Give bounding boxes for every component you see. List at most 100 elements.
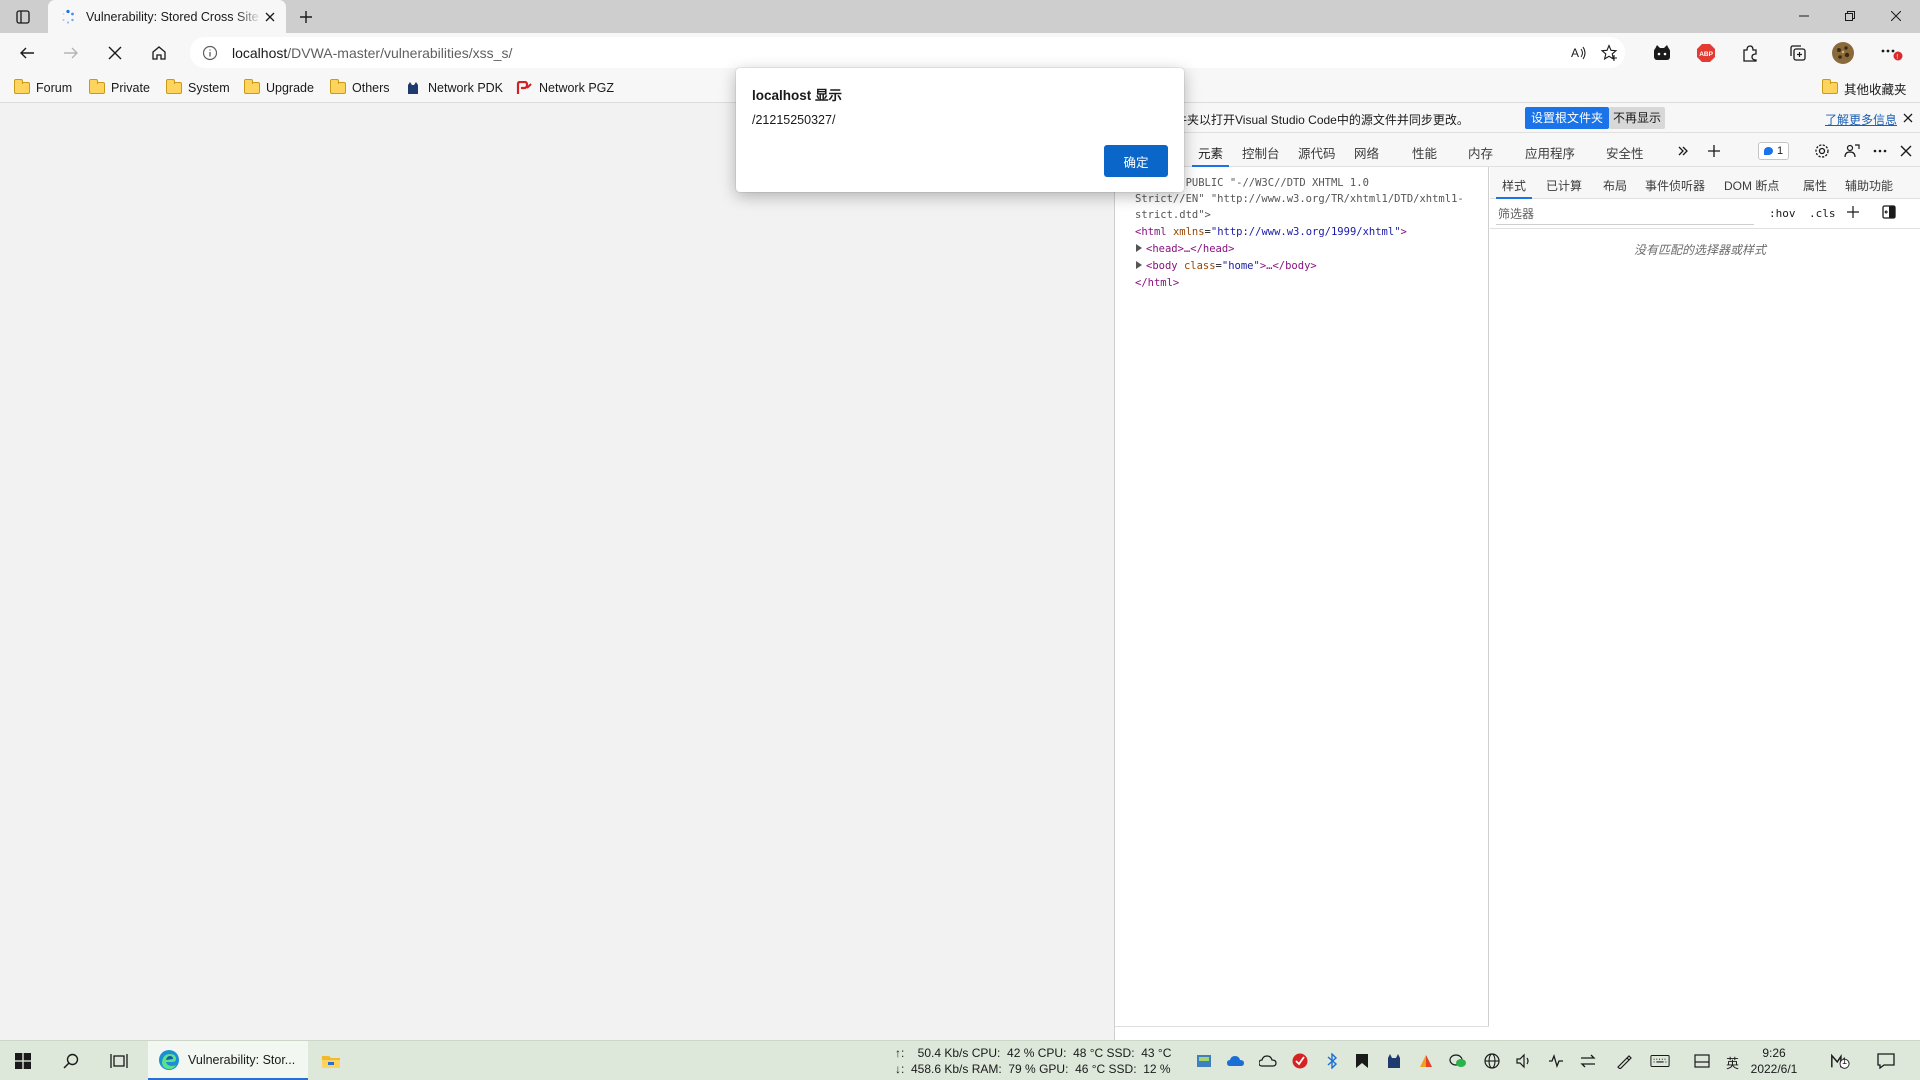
tab-actions-icon	[16, 10, 30, 24]
devtools-settings-button[interactable]	[1812, 141, 1832, 161]
alert-ok-button[interactable]: 确定	[1104, 145, 1168, 177]
extensions-puzzle-icon[interactable]	[1738, 41, 1762, 65]
url-text[interactable]: localhost/DVWA-master/vulnerabilities/xs…	[232, 45, 512, 61]
tab-sources[interactable]: 源代码	[1298, 143, 1336, 162]
tab-security[interactable]: 安全性	[1606, 143, 1644, 162]
restore-button[interactable]	[1827, 0, 1873, 32]
expand-triangle-icon[interactable]	[1136, 261, 1142, 269]
settings-more-button[interactable]: !	[1880, 41, 1904, 65]
hover-state-toggle[interactable]: :hov	[1769, 207, 1796, 220]
learn-more-link[interactable]: 了解更多信息	[1825, 111, 1897, 128]
task-view-button[interactable]	[104, 1047, 134, 1075]
dom-tree[interactable]: PE html PUBLIC "-//W3C//DTD XHTML 1.0 St…	[1115, 167, 1489, 1040]
tab-application[interactable]: 应用程序	[1525, 143, 1575, 162]
favorite-add-icon[interactable]	[1599, 43, 1619, 63]
forward-button[interactable]	[56, 39, 86, 67]
tab-actions-menu-button[interactable]	[9, 5, 37, 29]
dom-doctype-line[interactable]: strict.dtd">	[1135, 207, 1211, 223]
browser-tab-active[interactable]: Vulnerability: Stored Cross Site Scripti…	[48, 0, 286, 33]
dom-doctype-line[interactable]: Strict//EN" "http://www.w3.org/TR/xhtml1…	[1135, 191, 1464, 207]
bookmark-upgrade[interactable]: Upgrade	[243, 78, 314, 98]
extension-cat-icon[interactable]	[1650, 41, 1674, 65]
cloud-sync-icon[interactable]	[1258, 1051, 1278, 1071]
folder-icon	[165, 79, 182, 94]
tab-performance[interactable]: 性能	[1412, 143, 1437, 162]
new-tab-button[interactable]	[294, 5, 318, 29]
dom-head-node[interactable]: <head>…</head>	[1136, 241, 1235, 257]
info-icon[interactable]	[200, 43, 220, 63]
issues-counter-button[interactable]: 1	[1758, 142, 1790, 160]
adblock-plus-icon[interactable]: ABP	[1694, 41, 1718, 65]
tab-elements[interactable]: 元素	[1191, 143, 1230, 167]
horizontal-scrollbar[interactable]	[1115, 1026, 1489, 1040]
bookmark-others[interactable]: Others	[329, 78, 390, 98]
taskbar-edge-app[interactable]: Vulnerability: Stor...	[148, 1041, 308, 1080]
styles-filter-input[interactable]	[1496, 203, 1754, 225]
profile-avatar[interactable]	[1831, 41, 1855, 65]
tab-styles[interactable]: 样式	[1495, 177, 1533, 199]
audio-wave-icon[interactable]	[1546, 1051, 1566, 1071]
bluetooth-icon[interactable]	[1322, 1051, 1342, 1071]
toggle-sidebar-button[interactable]	[1882, 205, 1896, 222]
more-tabs-button[interactable]	[1673, 141, 1693, 161]
bookmark-private[interactable]: Private	[88, 78, 150, 98]
volume-icon[interactable]	[1514, 1051, 1534, 1071]
stop-loading-button[interactable]	[100, 39, 130, 67]
back-button[interactable]	[12, 39, 42, 67]
tab-console[interactable]: 控制台	[1242, 143, 1280, 162]
action-center-button[interactable]	[1876, 1051, 1896, 1071]
taskbar-file-explorer[interactable]	[316, 1047, 346, 1075]
bookmark-system[interactable]: System	[165, 78, 230, 98]
vertical-scrollbar[interactable]	[1907, 229, 1920, 1040]
bookmark-other-favorites[interactable]: 其他收藏夹	[1821, 78, 1907, 98]
close-devtools-button[interactable]	[1896, 141, 1916, 161]
expand-triangle-icon[interactable]	[1136, 244, 1142, 252]
cat-tray-icon[interactable]	[1384, 1051, 1404, 1071]
antivirus-icon[interactable]	[1290, 1051, 1310, 1071]
tab-layout[interactable]: 布局	[1603, 177, 1627, 194]
display-mode-icon[interactable]	[1692, 1051, 1712, 1071]
search-button[interactable]	[56, 1047, 86, 1075]
start-button[interactable]	[8, 1047, 38, 1075]
tab-event-listeners[interactable]: 事件侦听器	[1645, 177, 1705, 194]
new-style-rule-button[interactable]	[1846, 205, 1860, 222]
dont-show-again-button[interactable]: 不再显示	[1609, 107, 1666, 129]
onedrive-icon[interactable]	[1226, 1051, 1246, 1071]
wechat-icon[interactable]	[1448, 1051, 1468, 1071]
class-toggle[interactable]: .cls	[1809, 207, 1836, 220]
set-root-folder-button[interactable]: 设置根文件夹	[1525, 107, 1610, 129]
minimize-button[interactable]	[1781, 0, 1827, 32]
collections-icon[interactable]	[1786, 41, 1810, 65]
keyboard-icon[interactable]	[1650, 1051, 1670, 1071]
tab-properties[interactable]: 属性	[1803, 177, 1827, 194]
tab-computed[interactable]: 已计算	[1546, 177, 1582, 194]
add-tool-button[interactable]	[1704, 141, 1724, 161]
dom-html-node[interactable]: <html xmlns="http://www.w3.org/1999/xhtm…	[1135, 224, 1407, 240]
bookmark-forum[interactable]: Forum	[13, 78, 72, 98]
bookmark-network-pdk[interactable]: Network PDK	[406, 78, 503, 98]
dom-body-node[interactable]: <body class="home">…</body>	[1136, 258, 1317, 274]
tab-network[interactable]: 网络	[1354, 143, 1379, 162]
read-aloud-icon[interactable]: A	[1569, 43, 1589, 63]
pen-ink-icon[interactable]	[1614, 1051, 1634, 1071]
tray-app-icon[interactable]	[1194, 1051, 1214, 1071]
tab-close-button[interactable]	[262, 9, 278, 25]
transfer-icon[interactable]	[1578, 1051, 1598, 1071]
connect-device-button[interactable]	[1842, 141, 1862, 161]
input-method-indicator[interactable]: 英	[1726, 1053, 1739, 1072]
colorful-tray-icon[interactable]	[1416, 1051, 1436, 1071]
home-button[interactable]	[144, 39, 174, 67]
tab-dom-breakpoints[interactable]: DOM 断点	[1724, 177, 1779, 194]
bookmark-network-pgz[interactable]: Network PGZ	[516, 78, 614, 98]
address-bar[interactable]: localhost/DVWA-master/vulnerabilities/xs…	[190, 37, 1625, 68]
close-window-button[interactable]	[1873, 0, 1919, 32]
tab-memory[interactable]: 内存	[1468, 143, 1493, 162]
tab-accessibility[interactable]: 辅助功能	[1845, 177, 1893, 194]
notification-indicator[interactable]: 1	[1830, 1051, 1850, 1071]
customize-menu-button[interactable]	[1870, 141, 1890, 161]
taskbar-clock[interactable]: 9:26 2022/6/1	[1744, 1045, 1804, 1077]
infobar-close-button[interactable]	[1900, 110, 1916, 126]
bookmark-tray-icon[interactable]	[1352, 1051, 1372, 1071]
dom-html-close[interactable]: </html>	[1135, 275, 1179, 291]
network-globe-icon[interactable]	[1482, 1051, 1502, 1071]
